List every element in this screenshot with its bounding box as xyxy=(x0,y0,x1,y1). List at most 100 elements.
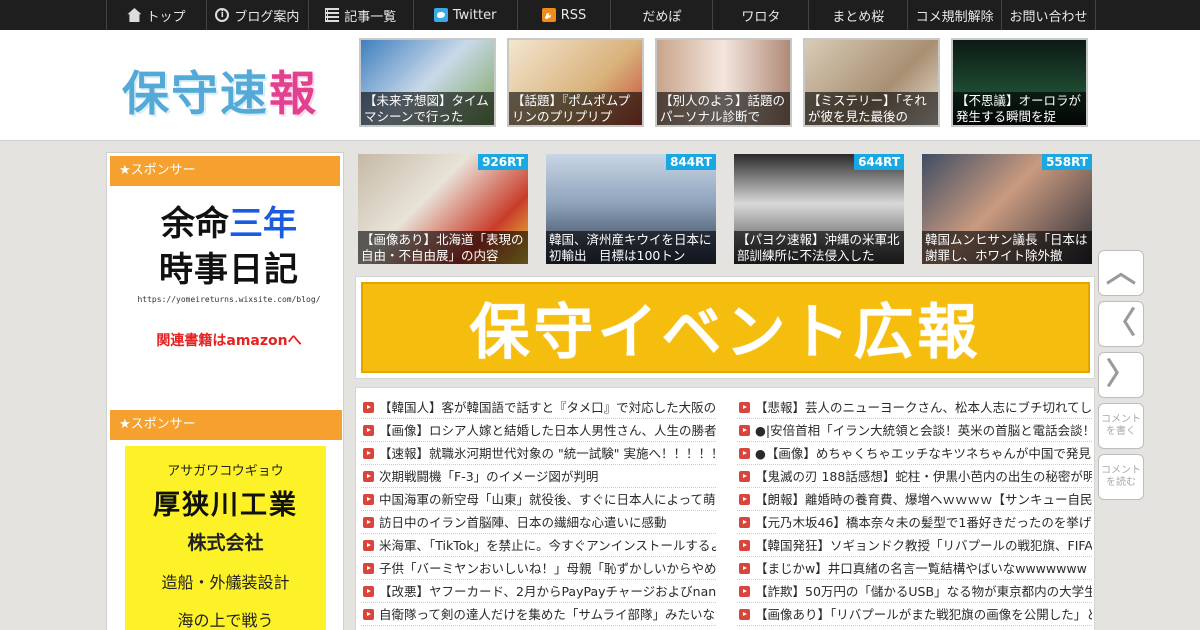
article-title: 中国海軍の新空母「山東」就役後、すぐに日本人によって萌え xyxy=(379,492,716,507)
play-bullet-icon xyxy=(363,494,374,505)
play-bullet-icon xyxy=(363,540,374,551)
nav-item-9[interactable]: お問い合わせ xyxy=(1002,0,1096,30)
nav-item-2[interactable]: 記事一覧 xyxy=(309,0,414,30)
nav-item-3[interactable]: Twitter xyxy=(414,0,518,30)
info-icon: i xyxy=(215,8,230,22)
play-bullet-icon xyxy=(739,586,750,597)
nav-item-5[interactable]: だめぽ xyxy=(611,0,714,30)
play-bullet-icon xyxy=(739,517,750,528)
article-link[interactable]: 【速報】就職氷河期世代対象の "統一試験" 実施へ！！！！！ xyxy=(361,442,716,465)
article-link[interactable]: 【まじかw】井口真緒の名言一覧結構やばいなwwwwwww xyxy=(737,557,1092,580)
nav-item-6[interactable]: ワロタ xyxy=(713,0,810,30)
nav-item-8[interactable]: コメ規制解除 xyxy=(908,0,1003,30)
ranking-thumb-2[interactable]: 644RT 【パヨク速報】沖縄の米軍北部訓練所に不法侵入した xyxy=(734,154,904,264)
logo-part-1: 保守 xyxy=(122,67,220,122)
nav-item-label: ワロタ xyxy=(741,9,781,25)
next-article-button[interactable]: 〉 xyxy=(1098,352,1144,398)
read-comments-button[interactable]: コメントを読む xyxy=(1098,454,1144,500)
list-icon xyxy=(325,8,340,22)
nav-item-label: お問い合わせ xyxy=(1009,9,1088,25)
article-link[interactable]: 次期戦闘機「F-3」のイメージ図が判明 xyxy=(361,465,716,488)
article-title: 【韓国発狂】ソギョンドク教授「リバプールの戦犯旗、FIFAに xyxy=(755,538,1092,553)
chevron-left-icon: 〈 xyxy=(1106,306,1136,341)
article-title: 【鬼滅の刃 188話感想】蛇柱・伊黒小芭内の出生の秘密が明ら xyxy=(755,469,1092,484)
play-bullet-icon xyxy=(363,402,374,413)
header-thumb-4[interactable]: 【不思議】オーロラが発生する瞬間を捉 xyxy=(951,38,1088,127)
site-logo[interactable]: 保守速報 xyxy=(122,55,318,124)
article-title: 次期戦闘機「F-3」のイメージ図が判明 xyxy=(379,469,599,484)
article-link[interactable]: 【画像】ロシア人嫁と結婚した日本人男性さん、人生の勝者す xyxy=(361,419,716,442)
retweet-count-badge: 844RT xyxy=(666,154,716,170)
scroll-top-button[interactable]: ︿ xyxy=(1098,250,1144,296)
nav-item-label: だめぽ xyxy=(642,9,682,25)
article-link[interactable]: 【画像あり】「リバプールがまた戦犯旗の画像を公開した」と xyxy=(737,603,1092,626)
article-link[interactable]: ●|安倍首相「イラン大統領と会談！英米の首脳と電話会談！」 xyxy=(737,419,1092,442)
article-link[interactable]: 米海軍、「TikTok」を禁止に。今すぐアンインストールするよ xyxy=(361,534,716,557)
article-link[interactable]: 訪日中のイラン首脳陣、日本の繊細な心遣いに感動 xyxy=(361,511,716,534)
article-title: 【元乃木坂46】橋本奈々未の髪型で1番好きだったのを挙げてい xyxy=(755,515,1092,530)
article-link[interactable]: 【詐欺】50万円の「儲かるUSB」なる物が東京都内の大学生ら xyxy=(737,580,1092,603)
header-thumbnails: 【未来予想図】タイムマシーンで行った 【話題】『ポムポムプリンのプリプリプ 【別人の… xyxy=(359,38,1088,127)
nav-item-4[interactable]: RSS xyxy=(518,0,612,30)
article-title: ●|安倍首相「イラン大統領と会談！英米の首脳と電話会談！」 xyxy=(755,423,1092,438)
play-bullet-icon xyxy=(739,609,750,620)
sponsor-heading-2: ★スポンサー xyxy=(110,410,342,440)
ranking-thumb-3[interactable]: 558RT 韓国ムンヒサン議長「日本は謝罪し、ホワイト除外撤 xyxy=(922,154,1092,264)
article-link[interactable]: 中国海軍の新空母「山東」就役後、すぐに日本人によって萌え xyxy=(361,488,716,511)
nav-item-1[interactable]: i ブログ案内 xyxy=(207,0,309,30)
article-link[interactable]: ●【画像】めちゃくちゃエッチなキツネちゃんが中国で発見され xyxy=(737,442,1092,465)
play-bullet-icon xyxy=(363,471,374,482)
article-title: ●【画像】めちゃくちゃエッチなキツネちゃんが中国で発見され xyxy=(755,446,1092,461)
prev-article-button[interactable]: 〈 xyxy=(1098,301,1144,347)
ad-yomei-url: https://yomeireturns.wixsite.com/blog/ xyxy=(137,295,321,304)
event-banner[interactable]: 保守イベント広報 xyxy=(361,282,1090,373)
header-thumb-caption: 【話題】『ポムポムプリンのプリプリプ xyxy=(509,92,642,125)
ranking-thumb-1[interactable]: 844RT 韓国、済州産キウイを日本に初輸出 目標は100トン xyxy=(546,154,716,264)
header-thumb-1[interactable]: 【話題】『ポムポムプリンのプリプリプ xyxy=(507,38,644,127)
article-link[interactable]: 【韓国人】客が韓国語で話すと『タメ口』で対応した大阪のコ xyxy=(361,396,716,419)
article-title: 【画像】ロシア人嫁と結婚した日本人男性さん、人生の勝者す xyxy=(379,423,716,438)
article-link[interactable]: 自衛隊って剣の達人だけを集めた「サムライ部隊」みたいなの xyxy=(361,603,716,626)
sponsor-ad-asagawa[interactable]: アサガワコウギョウ 厚狭川工業 株式会社 造船・外艤装設計 海の上で戦う xyxy=(125,446,326,630)
article-title: 【朗報】離婚時の養育費、爆増へｗｗｗｗ【サンキュー自民党 xyxy=(755,492,1092,507)
article-link[interactable]: 【鬼滅の刃 188話感想】蛇柱・伊黒小芭内の出生の秘密が明ら xyxy=(737,465,1092,488)
article-title: 米海軍、「TikTok」を禁止に。今すぐアンインストールするよ xyxy=(379,538,716,553)
nav-item-7[interactable]: まとめ桜 xyxy=(809,0,909,30)
article-link[interactable]: 【韓国発狂】ソギョンドク教授「リバプールの戦犯旗、FIFAに xyxy=(737,534,1092,557)
top-nav: トップ i ブログ案内 記事一覧 Twitter RSS だめぽ ワロタ まとめ桜 コメ規制解除お… xyxy=(0,0,1200,30)
site-header: 保守速報 【未来予想図】タイムマシーンで行った 【話題】『ポムポムプリンのプリプリ… xyxy=(0,30,1200,141)
header-thumb-3[interactable]: 【ミステリー】「それが彼を見た最後の xyxy=(803,38,940,127)
write-comment-button[interactable]: コメントを書く xyxy=(1098,403,1144,449)
rss-icon xyxy=(541,8,556,22)
header-thumb-caption: 【ミステリー】「それが彼を見た最後の xyxy=(805,92,938,125)
nav-item-label: まとめ桜 xyxy=(832,9,885,25)
ad-yomei-amazon-link[interactable]: 関連書籍はamazonへ xyxy=(129,330,329,350)
play-bullet-icon xyxy=(739,448,750,459)
sponsor-ad-yomei[interactable]: 余命三年 時事日記 https://yomeireturns.wixsite.c… xyxy=(129,201,329,350)
ranking-thumbnails: 926RT 【画像あり】北海道「表現の自由・不自由展」の内容 844RT 韓国、済州産… xyxy=(358,154,1092,264)
header-thumb-2[interactable]: 【別人のよう】話題のパーソナル診断で xyxy=(655,38,792,127)
play-bullet-icon xyxy=(739,402,750,413)
logo-part-2: 速 xyxy=(220,67,269,122)
article-link[interactable]: 【朗報】離婚時の養育費、爆増へｗｗｗｗ【サンキュー自民党 xyxy=(737,488,1092,511)
ad-yomei-subtitle: 時事日記 xyxy=(159,250,299,290)
header-thumb-0[interactable]: 【未来予想図】タイムマシーンで行った xyxy=(359,38,496,127)
article-title: 自衛隊って剣の達人だけを集めた「サムライ部隊」みたいなの xyxy=(379,607,716,622)
article-link[interactable]: 【悲報】芸人のニューヨークさん、松本人志にブチ切れてしま xyxy=(737,396,1092,419)
nav-item-0[interactable]: トップ xyxy=(107,0,207,30)
ad-asagawa-slogan: 海の上で戦う xyxy=(177,611,274,630)
home-icon xyxy=(127,8,142,22)
ranking-thumb-caption: 韓国、済州産キウイを日本に初輸出 目標は100トン xyxy=(546,231,716,264)
article-link[interactable]: 子供「バーミヤンおいしいね！」母親「恥ずかしいからやめて xyxy=(361,557,716,580)
ad-asagawa-name: 厚狭川工業 xyxy=(153,490,298,521)
ranking-thumb-caption: 【パヨク速報】沖縄の米軍北部訓練所に不法侵入した xyxy=(734,231,904,264)
retweet-count-badge: 558RT xyxy=(1042,154,1092,170)
play-bullet-icon xyxy=(739,471,750,482)
ranking-thumb-0[interactable]: 926RT 【画像あり】北海道「表現の自由・不自由展」の内容 xyxy=(358,154,528,264)
article-link[interactable]: 【元乃木坂46】橋本奈々未の髪型で1番好きだったのを挙げてい xyxy=(737,511,1092,534)
nav-item-label: Twitter xyxy=(452,7,497,23)
play-bullet-icon xyxy=(363,517,374,528)
logo-part-3: 報 xyxy=(269,67,318,122)
article-link[interactable]: 【改悪】ヤフーカード、2月からPayPayチャージおよびnanacoチ xyxy=(361,580,716,603)
chevron-up-icon: ︿ xyxy=(1106,255,1136,290)
